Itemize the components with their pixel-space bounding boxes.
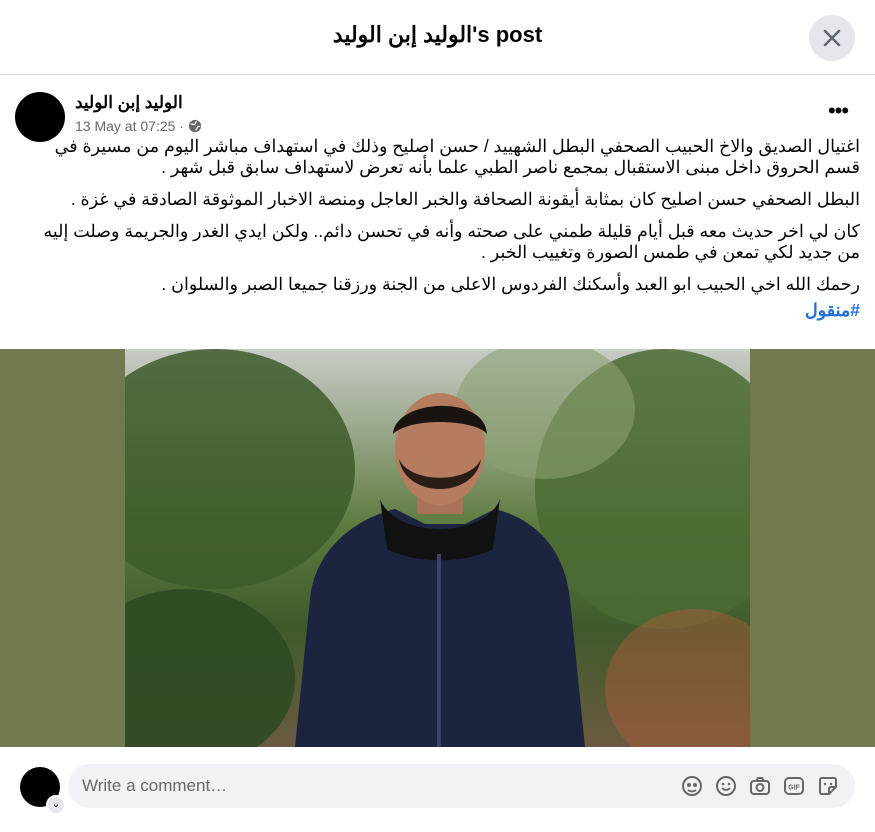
author-name[interactable]: الوليد إبن الوليد — [75, 93, 183, 113]
post-paragraph: رحمك الله اخي الحبيب ابو العبد وأسكنك ال… — [161, 274, 860, 294]
svg-text:GIF: GIF — [788, 785, 800, 792]
author-avatar[interactable] — [15, 92, 65, 142]
post-paragraph: كان لي اخر حديث معه قبل أيام قليلة طمني … — [43, 221, 860, 262]
comment-tools: GIF — [680, 774, 840, 798]
globe-icon[interactable] — [188, 119, 202, 133]
dialog-title: الوليد إبن الوليد's post — [332, 22, 543, 47]
meta-dot: · — [179, 118, 185, 134]
emoji-icon[interactable] — [714, 774, 738, 798]
post-meta: 13 May at 07:25 · — [75, 118, 202, 134]
hashtag-link[interactable]: #منقول — [22, 300, 860, 321]
avatar-sticker-icon[interactable] — [680, 774, 704, 798]
comment-composer: ⌄ GIF — [0, 748, 875, 832]
photo-illustration — [125, 349, 750, 747]
close-icon — [823, 29, 841, 47]
sticker-icon[interactable] — [816, 774, 840, 798]
dialog-header: الوليد إبن الوليد's post — [0, 0, 875, 75]
close-button[interactable] — [809, 15, 855, 61]
chevron-down-icon[interactable]: ⌄ — [46, 795, 66, 815]
post-paragraph: اغتيال الصديق والاخ الحبيب الصحفي البطل … — [54, 136, 860, 177]
gif-icon[interactable]: GIF — [782, 774, 806, 798]
post-paragraph: البطل الصحفي حسن اصليح كان بمثابة أيقونة… — [70, 189, 860, 209]
post-header: الوليد إبن الوليد 13 May at 07:25 · ••• — [0, 76, 875, 142]
post-photo[interactable] — [125, 349, 750, 747]
post-photo-container — [0, 349, 875, 747]
post-timestamp[interactable]: 13 May at 07:25 — [75, 118, 175, 134]
post-text: اغتيال الصديق والاخ الحبيب الصحفي البطل … — [22, 136, 860, 321]
camera-icon[interactable] — [748, 774, 772, 798]
more-options-button[interactable]: ••• — [826, 100, 850, 128]
